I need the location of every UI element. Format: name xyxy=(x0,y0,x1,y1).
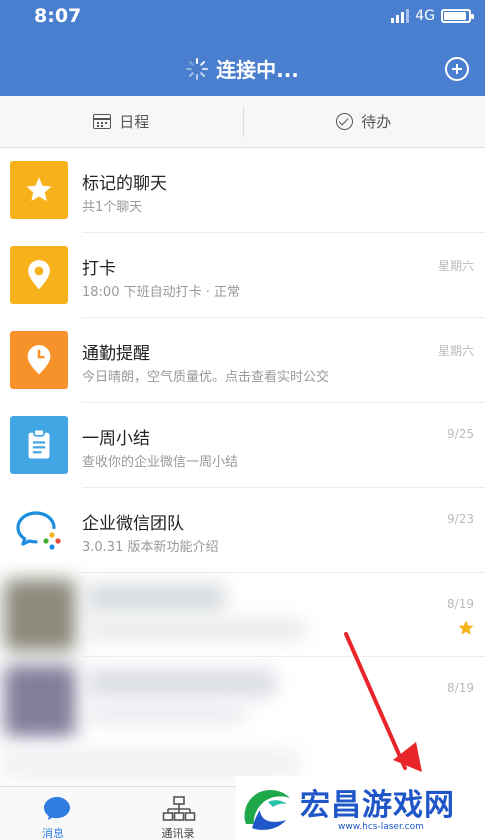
chat-preview: 共1个聊天 xyxy=(82,200,143,215)
chat-time: 8/19 xyxy=(447,597,474,611)
page-title: 连接中... xyxy=(216,58,299,82)
blurred-content xyxy=(86,583,226,613)
tab-todo[interactable]: 待办 xyxy=(242,96,485,147)
chat-name: 企业微信团队 xyxy=(82,514,184,534)
tab-contacts[interactable]: 通讯录 xyxy=(128,787,228,840)
watermark-title: 宏昌游戏网 xyxy=(300,788,455,823)
plus-circle-icon[interactable] xyxy=(445,57,469,81)
blurred-content xyxy=(86,703,246,723)
chat-time: 星期六 xyxy=(437,259,474,273)
watermark-url: www.hcs-laser.com xyxy=(338,822,424,832)
blurred-content xyxy=(86,669,276,697)
chat-time: 8/19 xyxy=(447,681,474,695)
status-bar: 8:07 4G xyxy=(0,0,485,36)
chat-preview: 18:00 下班自动打卡 · 正常 xyxy=(82,285,240,300)
blurred-content xyxy=(86,619,306,641)
tab-schedule-label: 日程 xyxy=(119,113,150,131)
star-icon xyxy=(10,161,68,219)
wework-logo-icon xyxy=(10,501,68,559)
quick-tabs: 日程 待办 xyxy=(0,96,485,148)
chat-time: 9/25 xyxy=(447,427,474,441)
blurred-content xyxy=(0,749,300,779)
chat-time: 9/23 xyxy=(447,512,474,526)
watermark-logo xyxy=(244,790,290,830)
status-time: 8:07 xyxy=(34,5,82,27)
clipboard-icon xyxy=(10,416,68,474)
check-circle-icon xyxy=(336,113,354,130)
status-indicators: 4G xyxy=(391,8,474,24)
divider xyxy=(82,656,485,657)
chat-name: 打卡 xyxy=(82,259,116,279)
blurred-avatar[interactable] xyxy=(4,579,76,651)
org-chart-icon xyxy=(162,796,196,821)
tab-schedule[interactable]: 日程 xyxy=(0,96,243,147)
chat-bubble-icon xyxy=(44,797,70,820)
chat-list: 标记的聊天 共1个聊天 打卡 18:00 下班自动打卡 · 正常 星期六 通勤提… xyxy=(0,148,485,573)
chat-row-wework-team[interactable]: 企业微信团队 3.0.31 版本新功能介绍 9/23 xyxy=(0,488,485,573)
tab-messages-label: 消息 xyxy=(42,827,64,840)
location-pin-icon xyxy=(10,246,68,304)
chat-row-weekly[interactable]: 一周小结 查收你的企业微信一周小结 9/25 xyxy=(0,403,485,488)
chat-preview: 今日晴朗，空气质量优。点击查看实时公交 xyxy=(82,370,330,385)
chat-name: 一周小结 xyxy=(82,429,150,449)
chat-preview: 3.0.31 版本新功能介绍 xyxy=(82,540,219,555)
loading-spinner-icon xyxy=(186,57,209,80)
star-icon xyxy=(458,620,474,635)
calendar-icon xyxy=(93,114,112,129)
battery-icon xyxy=(441,9,474,23)
chat-row-commute[interactable]: 通勤提醒 今日晴朗，空气质量优。点击查看实时公交 星期六 xyxy=(0,318,485,403)
chat-name: 通勤提醒 xyxy=(82,344,150,364)
watermark: 宏昌游戏网 www.hcs-laser.com xyxy=(236,776,485,840)
chat-time: 星期六 xyxy=(437,344,474,358)
chat-row-checkin[interactable]: 打卡 18:00 下班自动打卡 · 正常 星期六 xyxy=(0,233,485,318)
network-type: 4G xyxy=(415,8,435,24)
tab-messages[interactable]: 消息 xyxy=(3,787,103,840)
chat-preview: 查收你的企业微信一周小结 xyxy=(82,455,239,470)
tab-todo-label: 待办 xyxy=(361,113,392,131)
clock-pin-icon xyxy=(10,331,68,389)
blurred-avatar[interactable] xyxy=(4,665,76,737)
nav-bar: 连接中... xyxy=(0,36,485,96)
chat-row-starred[interactable]: 标记的聊天 共1个聊天 xyxy=(0,148,485,233)
blurred-chat-area: 8/19 8/19 xyxy=(0,573,485,785)
chat-name: 标记的聊天 xyxy=(82,174,167,194)
signal-icon xyxy=(391,9,410,23)
tab-contacts-label: 通讯录 xyxy=(161,827,195,840)
